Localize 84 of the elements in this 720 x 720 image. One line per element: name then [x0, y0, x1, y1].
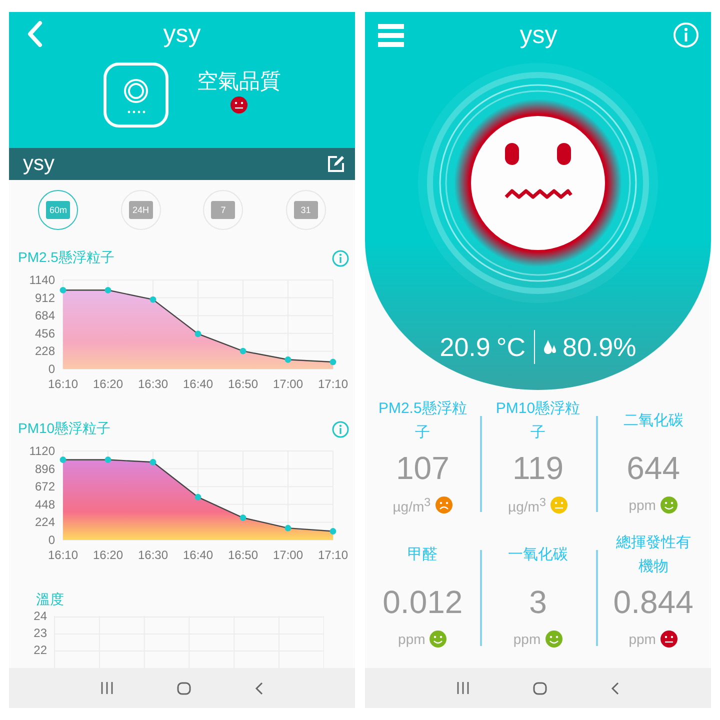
axis-tick-label: 448	[34, 497, 55, 512]
chart-title: PM10懸浮粒子	[18, 420, 111, 438]
metric-value: 644	[626, 449, 680, 488]
data-point	[330, 358, 336, 366]
metric-unit: ppm	[628, 631, 656, 647]
axis-tick-label: 16:20	[92, 377, 124, 391]
axis-tick-label: 17:10	[318, 548, 348, 562]
metric-label: 一氧化碳	[508, 545, 568, 565]
data-point	[240, 348, 246, 354]
axis-tick-label: 16:40	[182, 548, 214, 562]
home-icon[interactable]	[177, 682, 191, 694]
recent-apps-icon[interactable]	[457, 682, 469, 694]
metric-unit: µg/m$^{3}$	[392, 496, 431, 515]
axis-tick-label: 16:20	[92, 548, 124, 562]
axis-tick-label: 16:10	[48, 377, 78, 391]
home-icon[interactable]	[533, 682, 547, 694]
axis-tick-label: 17:00	[272, 548, 304, 562]
axis-tick-label: 16:30	[138, 377, 168, 391]
axis-tick-label: 16:40	[182, 377, 214, 391]
edit-icon[interactable]	[327, 155, 345, 173]
metric-value: 0.844	[613, 583, 694, 622]
axis-tick-label: 672	[34, 480, 55, 494]
metric-unit: µg/m$^{3}$	[508, 496, 546, 515]
axis-tick-label: 17:00	[272, 377, 304, 391]
axis-tick-label: 684	[34, 308, 55, 323]
axis-tick-label: 24	[34, 609, 47, 625]
period-tab[interactable]: 7	[203, 190, 244, 230]
period-tab[interactable]: 24H	[120, 190, 161, 230]
data-point	[240, 514, 246, 521]
humidity-value: 80.9%	[562, 332, 636, 362]
screen-title: ysy	[163, 20, 201, 48]
data-point	[104, 286, 112, 294]
axis-tick-label: 912	[34, 290, 55, 305]
axis-tick-label: 456	[34, 326, 55, 340]
metric-value: 0.012	[382, 583, 463, 622]
screen-title: ysy	[520, 20, 558, 50]
metric-value: 119	[512, 449, 564, 488]
temperature-unit: °C	[496, 332, 526, 362]
axis-tick-label: 16:10	[48, 548, 78, 562]
period-tab[interactable]: 60m	[38, 190, 78, 230]
axis-tick-label: 22	[34, 643, 47, 659]
axis-tick-label: 896	[34, 462, 55, 476]
metric-unit: ppm	[513, 631, 541, 647]
data-point	[194, 330, 202, 338]
device-icon	[103, 62, 169, 128]
data-point	[150, 458, 156, 466]
chart-title: PM2.5懸浮粒子	[18, 249, 114, 267]
data-point	[150, 296, 156, 303]
metric-label: 甲醛	[408, 545, 438, 565]
axis-tick-label: 17:10	[318, 377, 348, 391]
device-name: ysy	[23, 152, 54, 176]
back-icon[interactable]	[611, 682, 619, 694]
axis-tick-label: 16:30	[138, 548, 168, 562]
metric-unit: ppm	[398, 631, 426, 647]
data-point	[330, 528, 336, 534]
axis-tick-label: 0	[48, 533, 55, 547]
axis-tick-label: 224	[34, 515, 55, 530]
period-tab[interactable]: 31	[286, 190, 326, 230]
air-quality-label: 空氣品質	[197, 68, 281, 94]
metric-unit: ppm	[628, 497, 656, 513]
axis-tick-label: 16:50	[228, 377, 258, 391]
metric-value: 107	[396, 449, 450, 488]
data-point	[104, 456, 112, 463]
axis-tick-label: 23	[34, 626, 47, 642]
axis-tick-label: 228	[34, 344, 55, 358]
temperature-value: 20.9	[440, 332, 490, 362]
axis-tick-label: 1140	[29, 273, 55, 287]
back-icon[interactable]	[255, 682, 263, 694]
droplet-icon	[542, 339, 557, 355]
data-point	[60, 286, 66, 294]
data-point	[284, 524, 292, 532]
axis-tick-label: 1120	[29, 444, 55, 458]
metric-label: PM2.5懸浮粒子	[377, 399, 468, 443]
data-point	[284, 356, 292, 363]
axis-tick-label: 16:50	[228, 548, 258, 562]
data-point	[194, 494, 202, 500]
metric-label: 二氧化碳	[623, 411, 684, 431]
metric-label: 總揮發性有機物	[614, 533, 692, 577]
axis-tick-label: 0	[48, 362, 55, 376]
recent-apps-icon[interactable]	[101, 682, 113, 694]
chart-title: 溫度	[35, 591, 64, 609]
metric-label: PM10懸浮粒子	[494, 399, 582, 443]
data-point	[60, 456, 66, 463]
metric-value: 3	[529, 583, 547, 622]
